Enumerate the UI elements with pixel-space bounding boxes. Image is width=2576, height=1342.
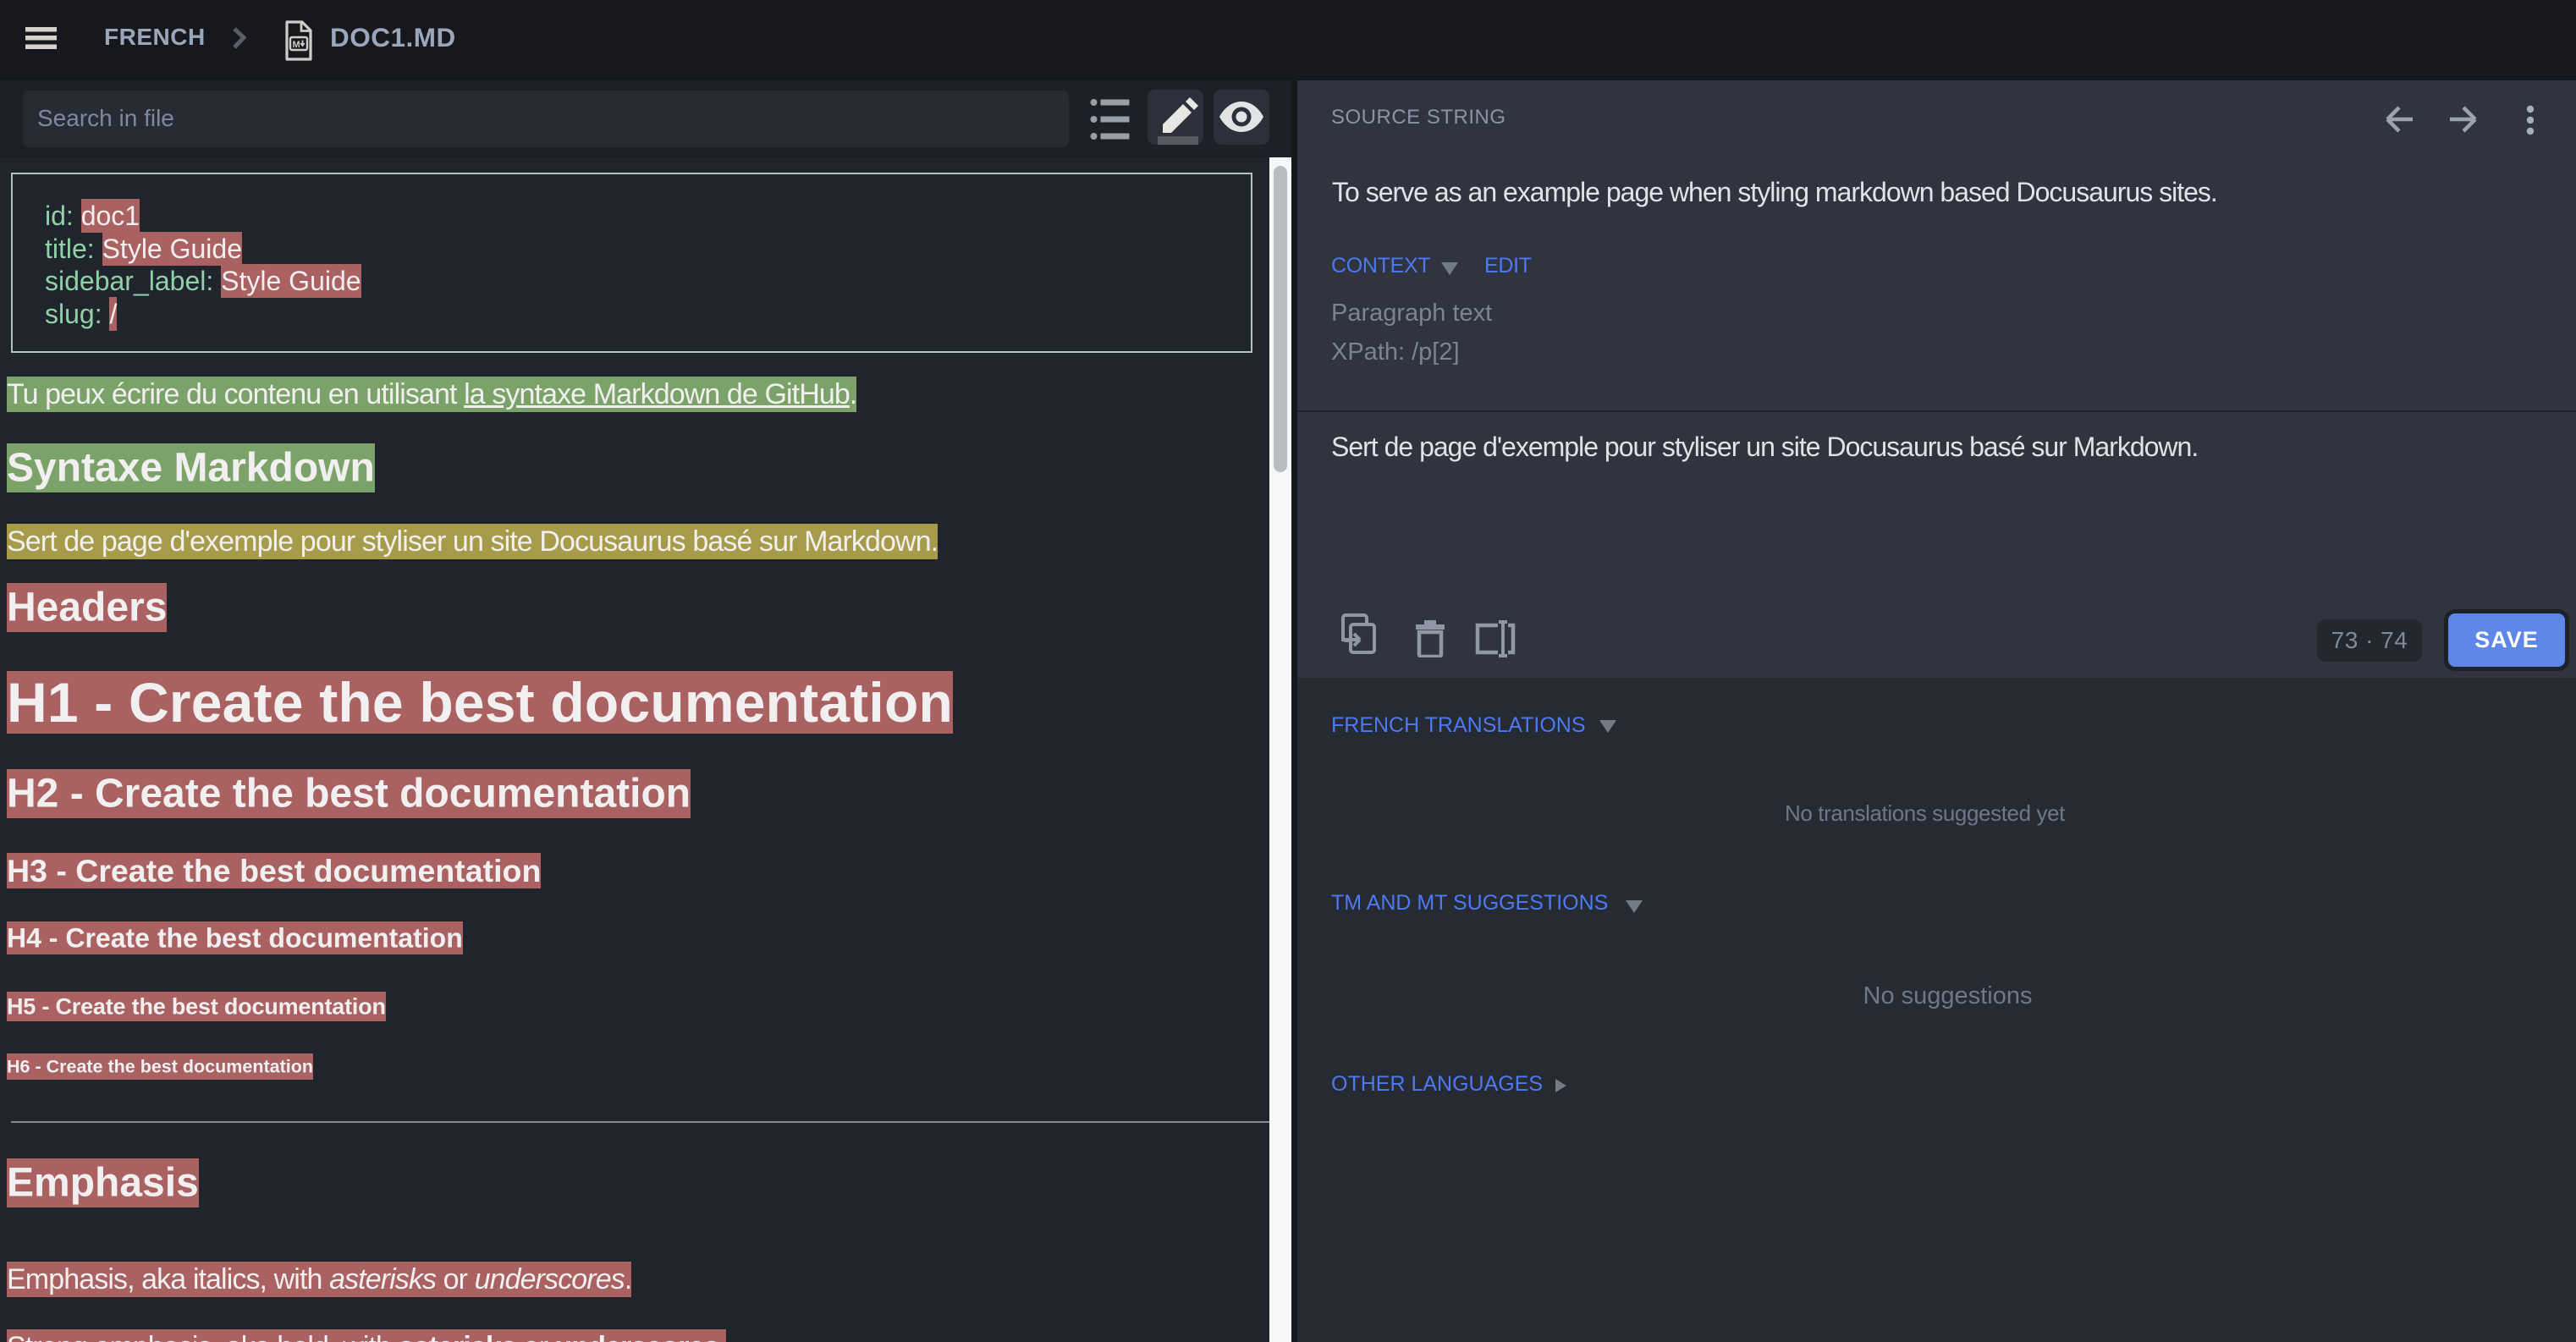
- svg-text:M: M: [293, 40, 300, 50]
